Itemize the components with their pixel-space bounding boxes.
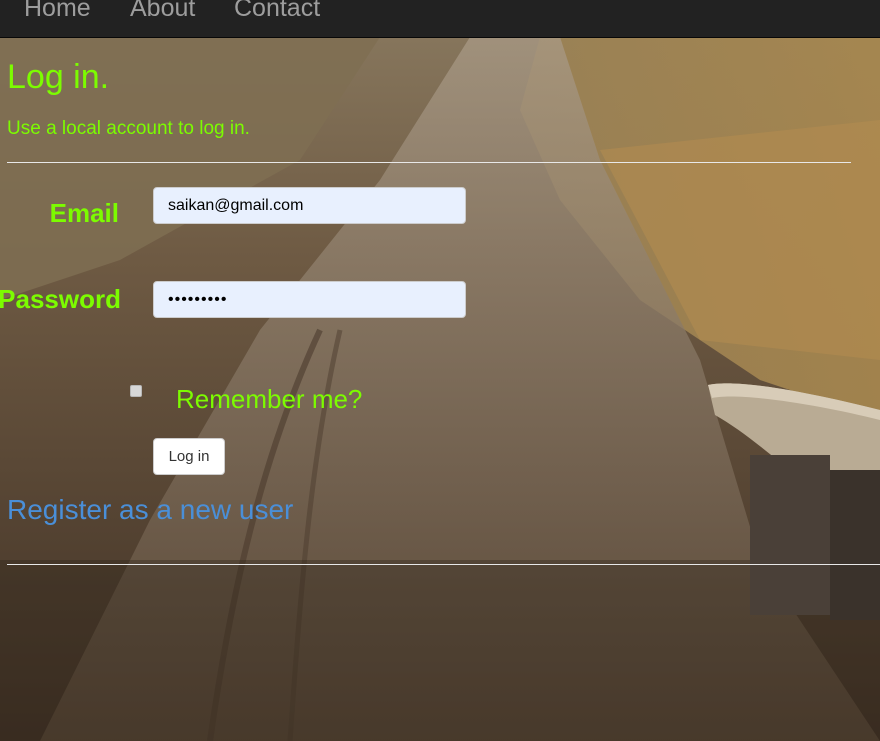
page-subtitle: Use a local account to log in.	[7, 118, 250, 139]
top-navbar: Home About Contact	[0, 0, 880, 38]
nav-contact-link[interactable]: Contact	[234, 0, 320, 23]
divider-bottom	[7, 564, 880, 565]
divider-top	[7, 162, 851, 163]
password-field[interactable]	[153, 281, 466, 318]
password-label: Password	[0, 284, 121, 314]
page-title: Log in.	[7, 58, 110, 96]
email-field[interactable]	[153, 187, 466, 224]
register-link[interactable]: Register as a new user	[7, 494, 293, 526]
remember-me-checkbox[interactable]	[130, 385, 142, 397]
nav-about-link[interactable]: About	[130, 0, 195, 23]
background-photo	[0, 0, 880, 741]
remember-me-label[interactable]: Remember me?	[176, 384, 362, 415]
email-label: Email	[49, 198, 119, 228]
nav-home-link[interactable]: Home	[24, 0, 91, 23]
login-button[interactable]: Log in	[153, 438, 225, 475]
